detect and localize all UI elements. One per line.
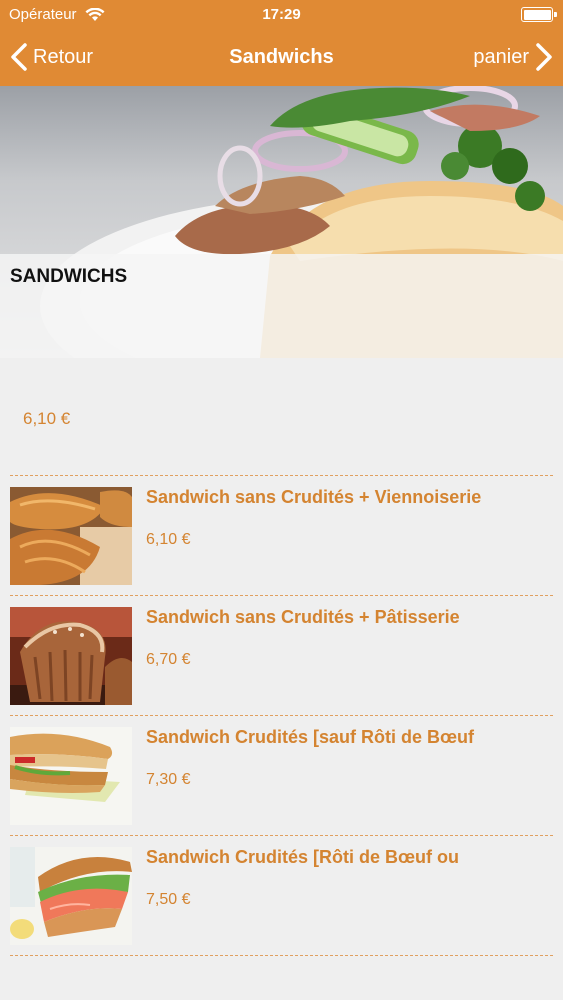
item-price: 7,30 € xyxy=(146,771,191,788)
navigation-bar: Retour Sandwichs panier xyxy=(0,30,563,86)
menu-item-roti-boeuf[interactable]: Sandwich Crudités [Rôti de Bœuf ou 7,50 … xyxy=(0,837,563,955)
cart-button[interactable]: panier xyxy=(473,42,553,72)
top-bar: Opérateur 17:29 Retour Sandwichs panier xyxy=(0,0,563,86)
battery-icon xyxy=(521,7,557,22)
clock: 17:29 xyxy=(262,6,301,23)
divider xyxy=(10,475,553,476)
item-price: 7,50 € xyxy=(146,891,191,908)
divider xyxy=(10,955,553,956)
croissants-thumbnail xyxy=(10,487,132,585)
menu-item-viennoiserie[interactable]: Sandwich sans Crudités + Viennoiserie 6,… xyxy=(0,477,563,595)
item-price: 6,70 € xyxy=(146,651,191,668)
divider xyxy=(10,715,553,716)
chevron-right-icon xyxy=(536,43,552,71)
item-price: 6,10 € xyxy=(146,531,191,548)
divider xyxy=(10,595,553,596)
item-name: Sandwich sans Crudités + Viennoiserie xyxy=(146,487,482,507)
cart-label: panier xyxy=(473,45,529,68)
item-name: Sandwich sans Crudités + Pâtisserie xyxy=(146,607,460,627)
first-item-price[interactable]: 6,10 € xyxy=(23,409,70,429)
category-hero: SANDWICHS xyxy=(0,86,563,358)
baguette-chicken-thumbnail xyxy=(10,727,132,825)
item-name: Sandwich Crudités [Rôti de Bœuf ou xyxy=(146,847,459,867)
menu-item-patisserie[interactable]: Sandwich sans Crudités + Pâtisserie 6,70… xyxy=(0,597,563,715)
item-name: Sandwich Crudités [sauf Rôti de Bœuf xyxy=(146,727,475,747)
baguette-salmon-thumbnail xyxy=(10,847,132,945)
divider xyxy=(10,835,553,836)
menu-item-crudites[interactable]: Sandwich Crudités [sauf Rôti de Bœuf 7,3… xyxy=(0,717,563,835)
status-bar: Opérateur 17:29 xyxy=(0,0,563,30)
muffins-thumbnail xyxy=(10,607,132,705)
category-title: SANDWICHS xyxy=(10,266,128,287)
